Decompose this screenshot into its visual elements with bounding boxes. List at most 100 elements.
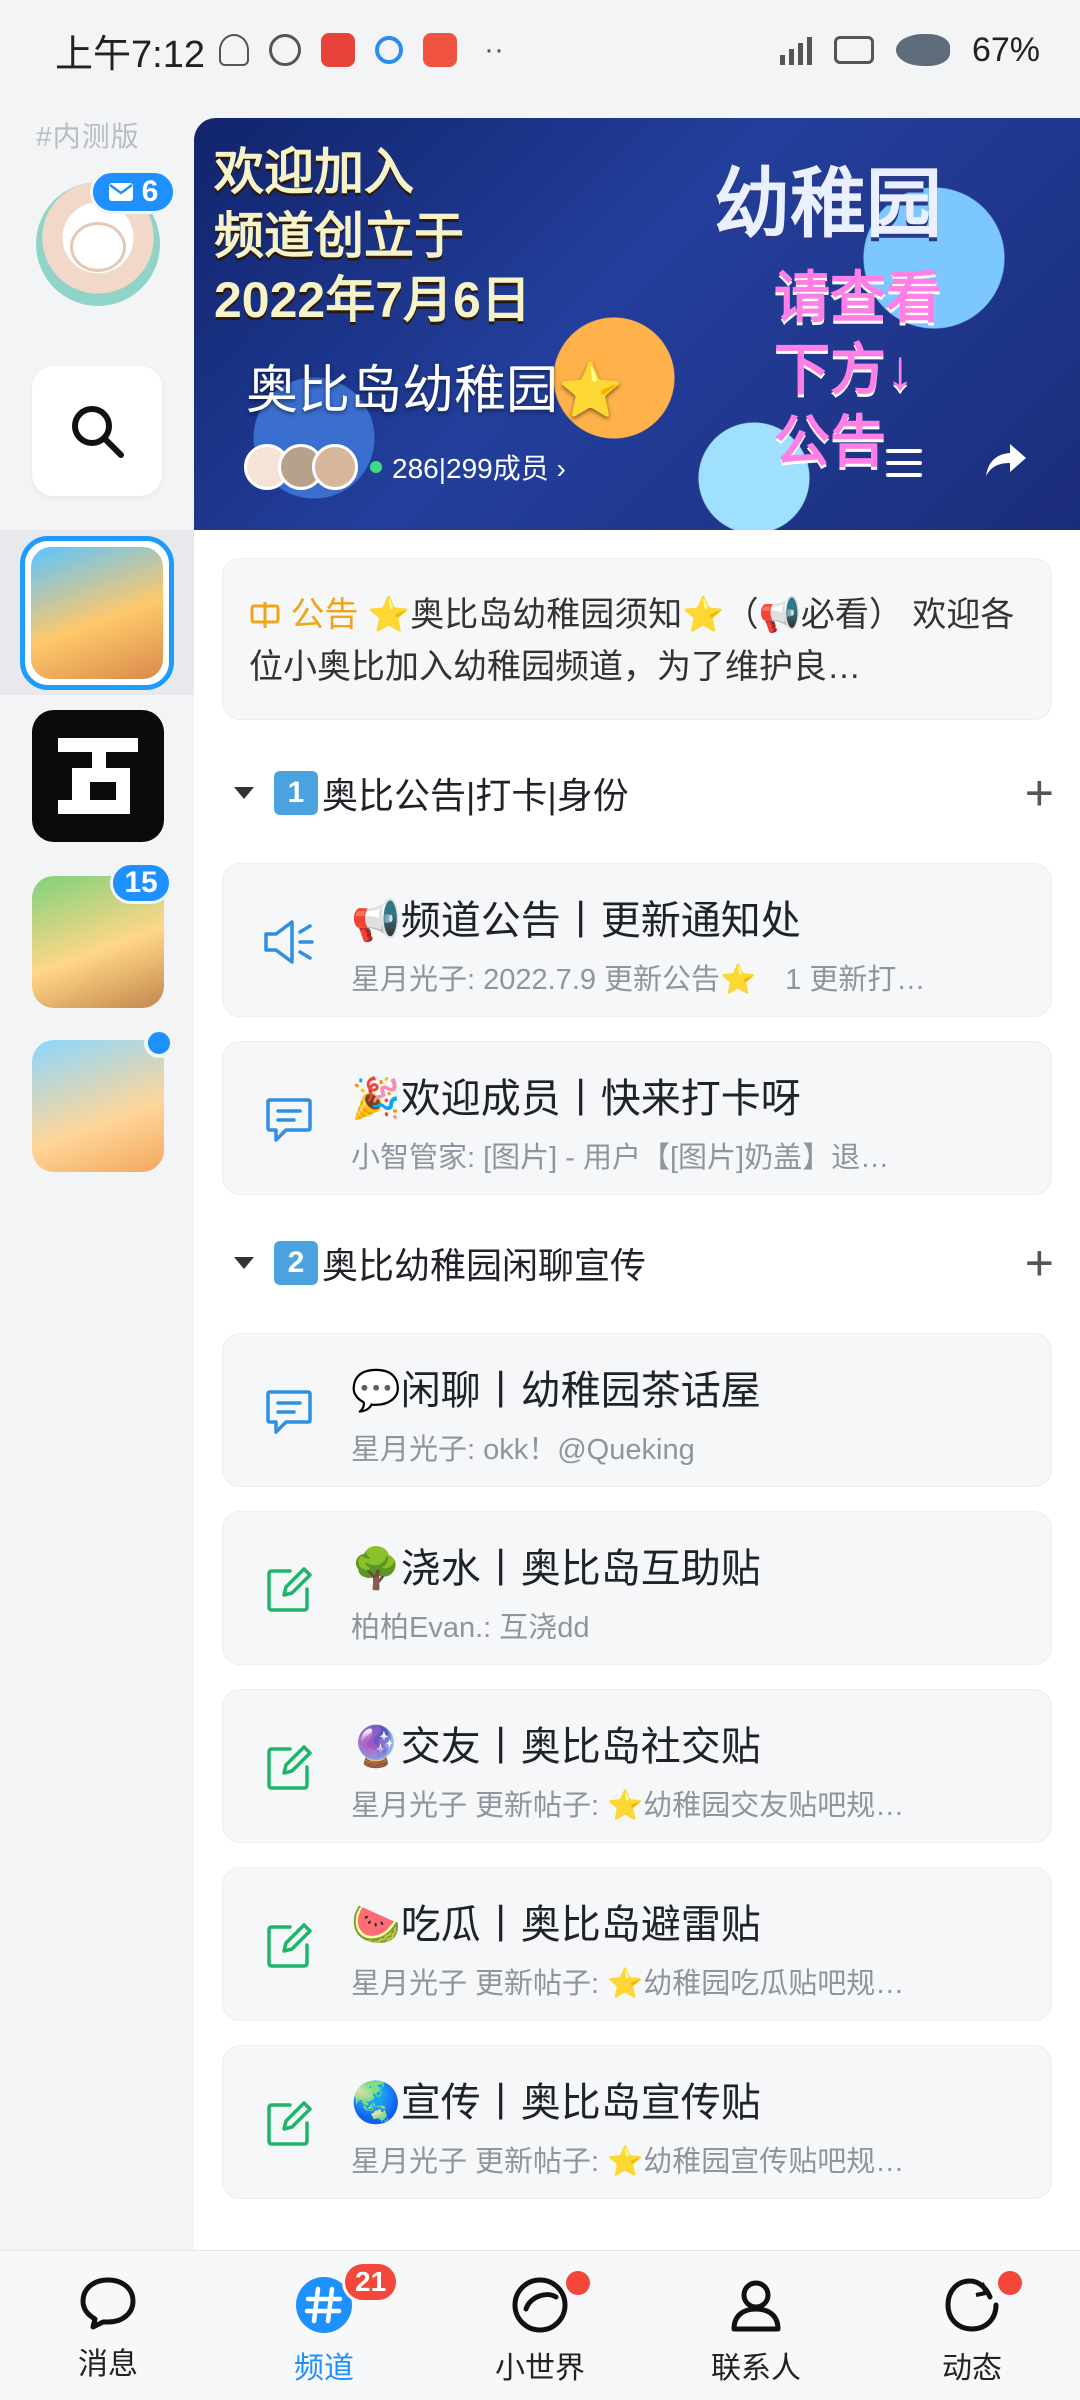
guild-hu[interactable] (32, 710, 164, 842)
guild-title: 奥比岛幼稚园⭐ (246, 362, 623, 420)
text-channel-icon (259, 1382, 319, 1442)
channel-name: 📢频道公告丨更新通知处 (351, 899, 801, 943)
nav-unread-dot (998, 2271, 1022, 2295)
online-dot (370, 461, 382, 473)
add-channel-plus-icon[interactable]: + (1025, 1234, 1054, 1292)
guild-banner: 欢迎加入 频道创立于 2022年7月6日 幼稚园 请查看 下方↓ 公告 奥比岛幼… (194, 118, 1080, 530)
announcement-tag-text: 公告 (290, 596, 359, 634)
message-bubble-icon (80, 2277, 136, 2330)
channel-last-message: 柏柏Evan.: 互浇dd (351, 1612, 590, 1644)
channel-item[interactable]: 🎉欢迎成员丨快来打卡呀 小智管家: [图片] - 用户【[图片]奶盖】退… (222, 1041, 1052, 1195)
banner-art-line: 2022年7月6日 (214, 272, 531, 328)
signal-icon (779, 35, 812, 65)
nav-small-world[interactable]: 小世界 (432, 2251, 648, 2400)
search-button[interactable] (32, 366, 162, 496)
nav-activity[interactable]: 动态 (864, 2251, 1080, 2400)
member-count: 286|299成员 › (370, 447, 566, 487)
mail-badge[interactable]: 6 (90, 170, 176, 214)
banner-art-text-right: 幼稚园 请查看 下方↓ 公告 (714, 142, 942, 478)
activity-refresh-icon (945, 2278, 999, 2332)
channel-category-2[interactable]: 2 奥比幼稚园闲聊宣传 + (234, 1233, 1054, 1293)
battery-percent: 67% (971, 30, 1040, 69)
channel-item[interactable]: 💬闲聊丨幼稚园茶话屋 星月光子: okk！@Queking (222, 1333, 1052, 1487)
channel-last-message: 星月光子 更新帖子: ⭐幼稚园宣传贴吧规… (351, 2146, 905, 2178)
member-count-text: 286|299成员 › (392, 453, 566, 484)
channel-item[interactable]: 🌳浇水丨奥比岛互助贴 柏柏Evan.: 互浇dd (222, 1511, 1052, 1665)
ghost-icon (218, 34, 249, 66)
alarm-icon (268, 34, 301, 66)
post-channel-icon (259, 1916, 319, 1976)
channel-item[interactable]: 🌏宣传丨奥比岛宣传贴 星月光子 更新帖子: ⭐幼稚园宣传贴吧规… (222, 2045, 1052, 2199)
banner-art-title: 幼稚园 (714, 162, 942, 247)
nav-label: 联系人 (711, 2352, 801, 2385)
guild-obi-kindergarten[interactable] (20, 536, 174, 690)
banner-art-text-left: 欢迎加入 频道创立于 2022年7月6日 (214, 140, 531, 332)
beta-label: #内测版 (36, 121, 140, 152)
search-icon (72, 406, 124, 458)
share-icon[interactable] (984, 440, 1028, 480)
channel-panel: 欢迎加入 频道创立于 2022年7月6日 幼稚园 请查看 下方↓ 公告 奥比岛幼… (194, 118, 1080, 2250)
avatar-face (70, 222, 126, 272)
channel-last-message: 星月光子 更新帖子: ⭐幼稚园吃瓜贴吧规… (351, 1968, 905, 2000)
planet-icon (512, 2277, 568, 2333)
nav-label: 消息 (78, 2348, 138, 2381)
more-notifications-icon: ·· (483, 33, 504, 66)
nav-label: 小世界 (495, 2352, 585, 2385)
category-title: 奥比公告|打卡|身份 (322, 775, 629, 816)
channel-item[interactable]: 📢频道公告丨更新通知处 星月光子: 2022.7.9 更新公告⭐ 1 更新打… (222, 863, 1052, 1017)
announcement-icon (250, 602, 280, 628)
nav-label: 动态 (942, 2352, 1002, 2385)
channel-name: 🌏宣传丨奥比岛宣传贴 (351, 2081, 761, 2125)
nav-unread-dot (566, 2271, 590, 2295)
nav-contacts[interactable]: 联系人 (648, 2251, 864, 2400)
announcement-channel-icon (259, 912, 319, 972)
keycap-number-icon: 1 (274, 771, 318, 815)
keycap-number-icon: 2 (274, 1241, 318, 1285)
member-avatar (312, 444, 358, 490)
channel-name: 🌳浇水丨奥比岛互助贴 (351, 1547, 761, 1591)
channel-last-message: 星月光子: okk！@Queking (351, 1434, 695, 1466)
channel-name: 🎉欢迎成员丨快来打卡呀 (351, 1077, 801, 1121)
channel-name: 🍉吃瓜丨奥比岛避雷贴 (351, 1903, 761, 1947)
battery-icon (895, 34, 950, 66)
member-summary[interactable]: 286|299成员 › (244, 444, 566, 490)
guild-obi-bear[interactable] (32, 1040, 164, 1172)
status-notification-icons: ·· (218, 33, 511, 67)
channel-last-message: 星月光子: 2022.7.9 更新公告⭐ 1 更新打… (351, 964, 926, 996)
channel-item[interactable]: 🍉吃瓜丨奥比岛避雷贴 星月光子 更新帖子: ⭐幼稚园吃瓜贴吧规… (222, 1867, 1052, 2021)
nav-label: 频道 (294, 2352, 354, 2385)
channel-name: 🔮交友丨奥比岛社交贴 (351, 1725, 761, 1769)
menu-icon[interactable] (884, 446, 924, 480)
mail-icon (108, 183, 133, 201)
app-notification-icon-2 (422, 33, 457, 67)
category-title: 奥比幼稚园闲聊宣传 (322, 1245, 647, 1286)
announcement-card[interactable]: 公告 ⭐奥比岛幼稚园须知⭐（📢必看） 欢迎各位小奥比加入幼稚园频道，为了维护良… (222, 558, 1052, 720)
nav-unread-badge: 21 (342, 2261, 400, 2303)
collapse-caret-icon[interactable] (234, 787, 254, 799)
channel-last-message: 小智管家: [图片] - 用户【[图片]奶盖】退… (351, 1142, 890, 1174)
person-icon (731, 2280, 781, 2332)
status-time: 上午7:12 (55, 33, 205, 76)
announcement-tag: 公告 (249, 596, 368, 634)
add-channel-plus-icon[interactable]: + (1025, 764, 1054, 822)
nav-messages[interactable]: 消息 (0, 2251, 216, 2400)
collapse-caret-icon[interactable] (234, 1257, 254, 1269)
banner-art-line: 欢迎加入 (214, 144, 414, 200)
guild-icon-image (31, 547, 163, 679)
channel-category-1[interactable]: 1 奥比公告|打卡|身份 + (234, 763, 1054, 823)
banner-art-note-line: 请查看 (774, 266, 942, 329)
channel-name: 💬闲聊丨幼稚园茶话屋 (351, 1369, 761, 1413)
bottom-navigation: 消息 频道 21 小世界 联系人 动态 (0, 2250, 1080, 2400)
wifi-icon (833, 36, 874, 64)
channel-item[interactable]: 🔮交友丨奥比岛社交贴 星月光子 更新帖子: ⭐幼稚园交友贴吧规… (222, 1689, 1052, 1843)
nav-channels[interactable]: 频道 21 (216, 2251, 432, 2400)
post-channel-icon (259, 2094, 319, 2154)
guild-unread-dot (144, 1028, 174, 1058)
hu-logo-icon (58, 738, 138, 814)
post-channel-icon (259, 1560, 319, 1620)
channel-last-message: 星月光子 更新帖子: ⭐幼稚园交友贴吧规… (351, 1790, 905, 1822)
banner-art-note-line: 下方↓ (774, 338, 914, 401)
app-notification-icon (320, 33, 355, 67)
mail-count: 6 (141, 175, 159, 208)
banner-art-line: 频道创立于 (214, 208, 464, 264)
